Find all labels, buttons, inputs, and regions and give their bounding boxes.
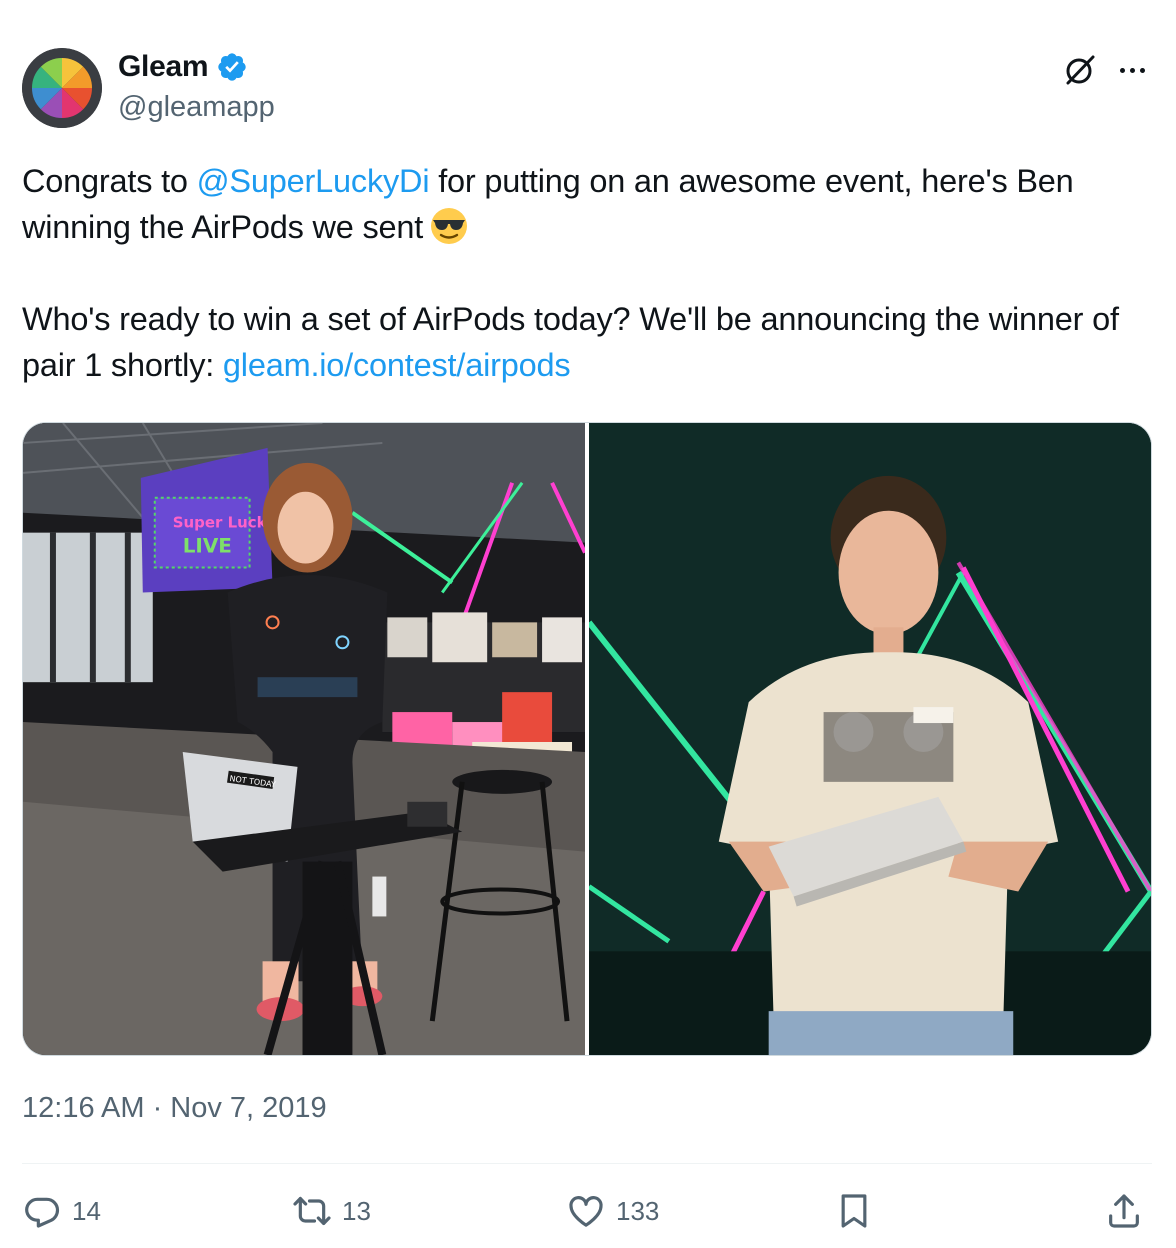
bookmark-button[interactable] (834, 1186, 874, 1236)
like-button[interactable]: 133 (566, 1186, 659, 1236)
bookmark-icon (841, 1194, 867, 1228)
divider (22, 1163, 1152, 1164)
sunglasses-emoji-icon (431, 208, 468, 244)
heart-icon (569, 1196, 603, 1227)
mention-link[interactable]: @SuperLuckyDi (197, 163, 430, 199)
share-icon (1109, 1194, 1139, 1228)
contest-link[interactable]: gleam.io/contest/airpods (223, 347, 571, 383)
media-grid: Super Lucky LIVE NOT TODAY (22, 422, 1152, 1056)
reply-button[interactable]: 14 (22, 1186, 101, 1236)
like-count: 133 (616, 1195, 660, 1226)
author-name[interactable]: Gleam (118, 50, 248, 84)
tweet-text-segment: Who's ready to win a set of AirPods toda… (22, 301, 1119, 383)
avatar[interactable] (22, 48, 102, 128)
winner-photo[interactable] (589, 423, 1151, 1055)
reply-count: 14 (72, 1195, 101, 1226)
screen-text: Super Lucky (173, 514, 277, 532)
reply-icon (25, 1197, 60, 1228)
tweet-text-segment: Congrats to (22, 163, 197, 199)
action-bar: 14 13 133 (22, 1186, 1152, 1236)
tweet-text: Congrats to @SuperLuckyDi for putting on… (22, 158, 1152, 388)
event-host-photo[interactable]: Super Lucky LIVE NOT TODAY (23, 423, 585, 1055)
grok-icon[interactable] (1062, 52, 1098, 88)
share-button[interactable] (1104, 1186, 1144, 1236)
svg-text:LIVE: LIVE (183, 534, 232, 558)
repost-count: 13 (342, 1195, 371, 1226)
more-options-icon[interactable] (1112, 56, 1152, 84)
verified-badge-icon (218, 53, 246, 81)
repost-button[interactable]: 13 (292, 1186, 371, 1236)
author-name-text[interactable]: Gleam (118, 50, 209, 84)
repost-icon (293, 1196, 331, 1226)
gleam-logo-icon (22, 48, 102, 128)
tweet-paragraph-1: Congrats to @SuperLuckyDi for putting on… (22, 158, 1152, 250)
author-handle[interactable]: @gleamapp (118, 91, 275, 124)
tweet-paragraph-2: Who's ready to win a set of AirPods toda… (22, 296, 1152, 388)
tweet-timestamp[interactable]: 12:16 AM · Nov 7, 2019 (22, 1092, 327, 1125)
